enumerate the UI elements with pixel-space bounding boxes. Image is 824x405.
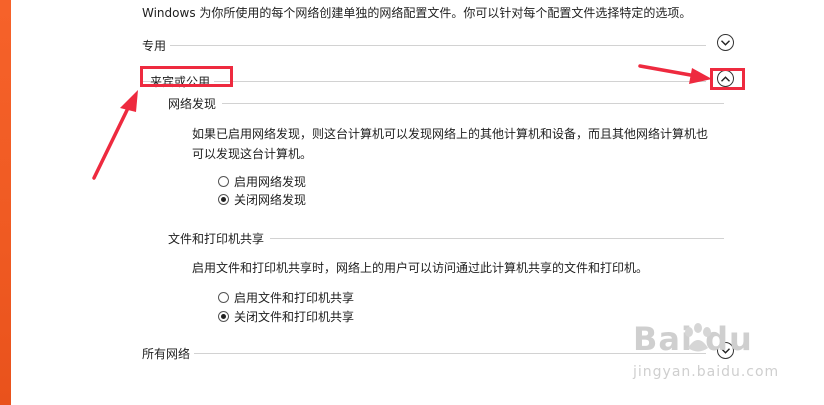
section-divider [142, 45, 706, 46]
baidu-watermark: Bai du jingyan.baidu.com [625, 320, 795, 390]
radio-enable-network-discovery[interactable]: 启用网络发现 [218, 173, 306, 189]
subsection-network-discovery: 网络发现 [168, 93, 724, 112]
subsection-title-network-discovery: 网络发现 [168, 95, 223, 112]
subsection-title-file-printer-sharing: 文件和打印机共享 [168, 230, 271, 247]
paw-icon [685, 323, 711, 352]
radio-button[interactable] [218, 291, 229, 303]
radio-enable-file-printer-sharing[interactable]: 启用文件和打印机共享 [218, 289, 354, 305]
radio-disable-file-printer-sharing[interactable]: 关闭文件和打印机共享 [218, 308, 354, 324]
radio-label: 关闭网络发现 [234, 192, 307, 207]
orange-side-edge [0, 0, 11, 405]
radio-label: 启用文件和打印机共享 [234, 290, 355, 305]
section-title-private: 专用 [142, 37, 171, 54]
red-arrow-icon [92, 90, 138, 180]
radio-button-checked[interactable] [218, 193, 229, 205]
radio-button[interactable] [218, 175, 229, 187]
subsection-file-printer-sharing: 文件和打印机共享 [168, 228, 724, 247]
section-divider [142, 353, 706, 354]
network-discovery-description: 如果已启用网络发现，则这台计算机可以发现网络上的其他计算机和设备，而且其他网络计… [192, 124, 732, 164]
highlight-box-section-title [140, 66, 233, 87]
watermark-url: jingyan.baidu.com [633, 364, 780, 380]
intro-text: Windows 为你所使用的每个网络创建单独的网络配置文件。你可以针对每个配置文… [142, 6, 692, 20]
red-arrow-icon [638, 64, 712, 84]
section-private[interactable]: 专用 [142, 34, 736, 56]
radio-label: 启用网络发现 [234, 174, 307, 189]
chevron-down-icon[interactable] [717, 34, 734, 51]
description-line: 可以发现这台计算机。 [192, 147, 313, 161]
section-title-all-networks: 所有网络 [142, 345, 195, 362]
radio-label: 关闭文件和打印机共享 [234, 309, 355, 324]
radio-disable-network-discovery[interactable]: 关闭网络发现 [218, 191, 306, 207]
file-printer-sharing-description: 启用文件和打印机共享时，网络上的用户可以访问通过此计算机共享的文件和打印机。 [192, 261, 649, 275]
description-line: 如果已启用网络发现，则这台计算机可以发现网络上的其他计算机和设备，而且其他网络计… [192, 127, 709, 141]
radio-button-checked[interactable] [218, 310, 229, 322]
highlight-box-toggle [710, 68, 745, 90]
subsection-divider [168, 103, 724, 104]
